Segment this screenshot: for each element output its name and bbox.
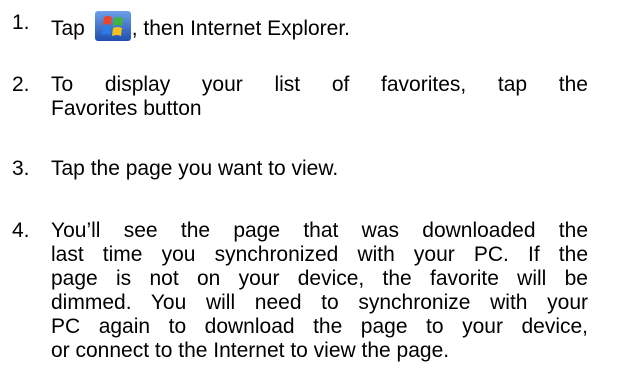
step-number: 2. xyxy=(12,73,30,96)
step-text: Tap the page you want to view. xyxy=(51,157,588,181)
step-text-before: Tap xyxy=(51,17,91,40)
step-line: You’ll see the page that was downloaded … xyxy=(51,219,588,242)
step-text: Tap , then Internet Explorer. xyxy=(51,11,588,41)
step-line: page is not on your device, the favorite… xyxy=(51,267,588,290)
step-line: last time you synchronized with your PC.… xyxy=(51,243,588,266)
step-line: To display your list of favorites, tap t… xyxy=(51,73,588,96)
step-line: or connect to the Internet to view the p… xyxy=(51,339,450,362)
step-text-after: , then Internet Explorer. xyxy=(131,17,350,40)
step-line: dimmed. You will need to synchronize wit… xyxy=(51,291,588,314)
windows-start-icon xyxy=(94,11,131,41)
step-line: PC again to download the page to your de… xyxy=(51,315,588,338)
step-line: Favorites button xyxy=(51,97,202,120)
step-text: You’ll see the page that was downloaded … xyxy=(51,219,588,363)
step-text: To display your list of favorites, tap t… xyxy=(51,73,588,121)
step-line: Tap the page you want to view. xyxy=(51,157,339,180)
step-number: 4. xyxy=(12,219,30,242)
step-number: 1. xyxy=(12,11,30,34)
step-number: 3. xyxy=(12,157,30,180)
